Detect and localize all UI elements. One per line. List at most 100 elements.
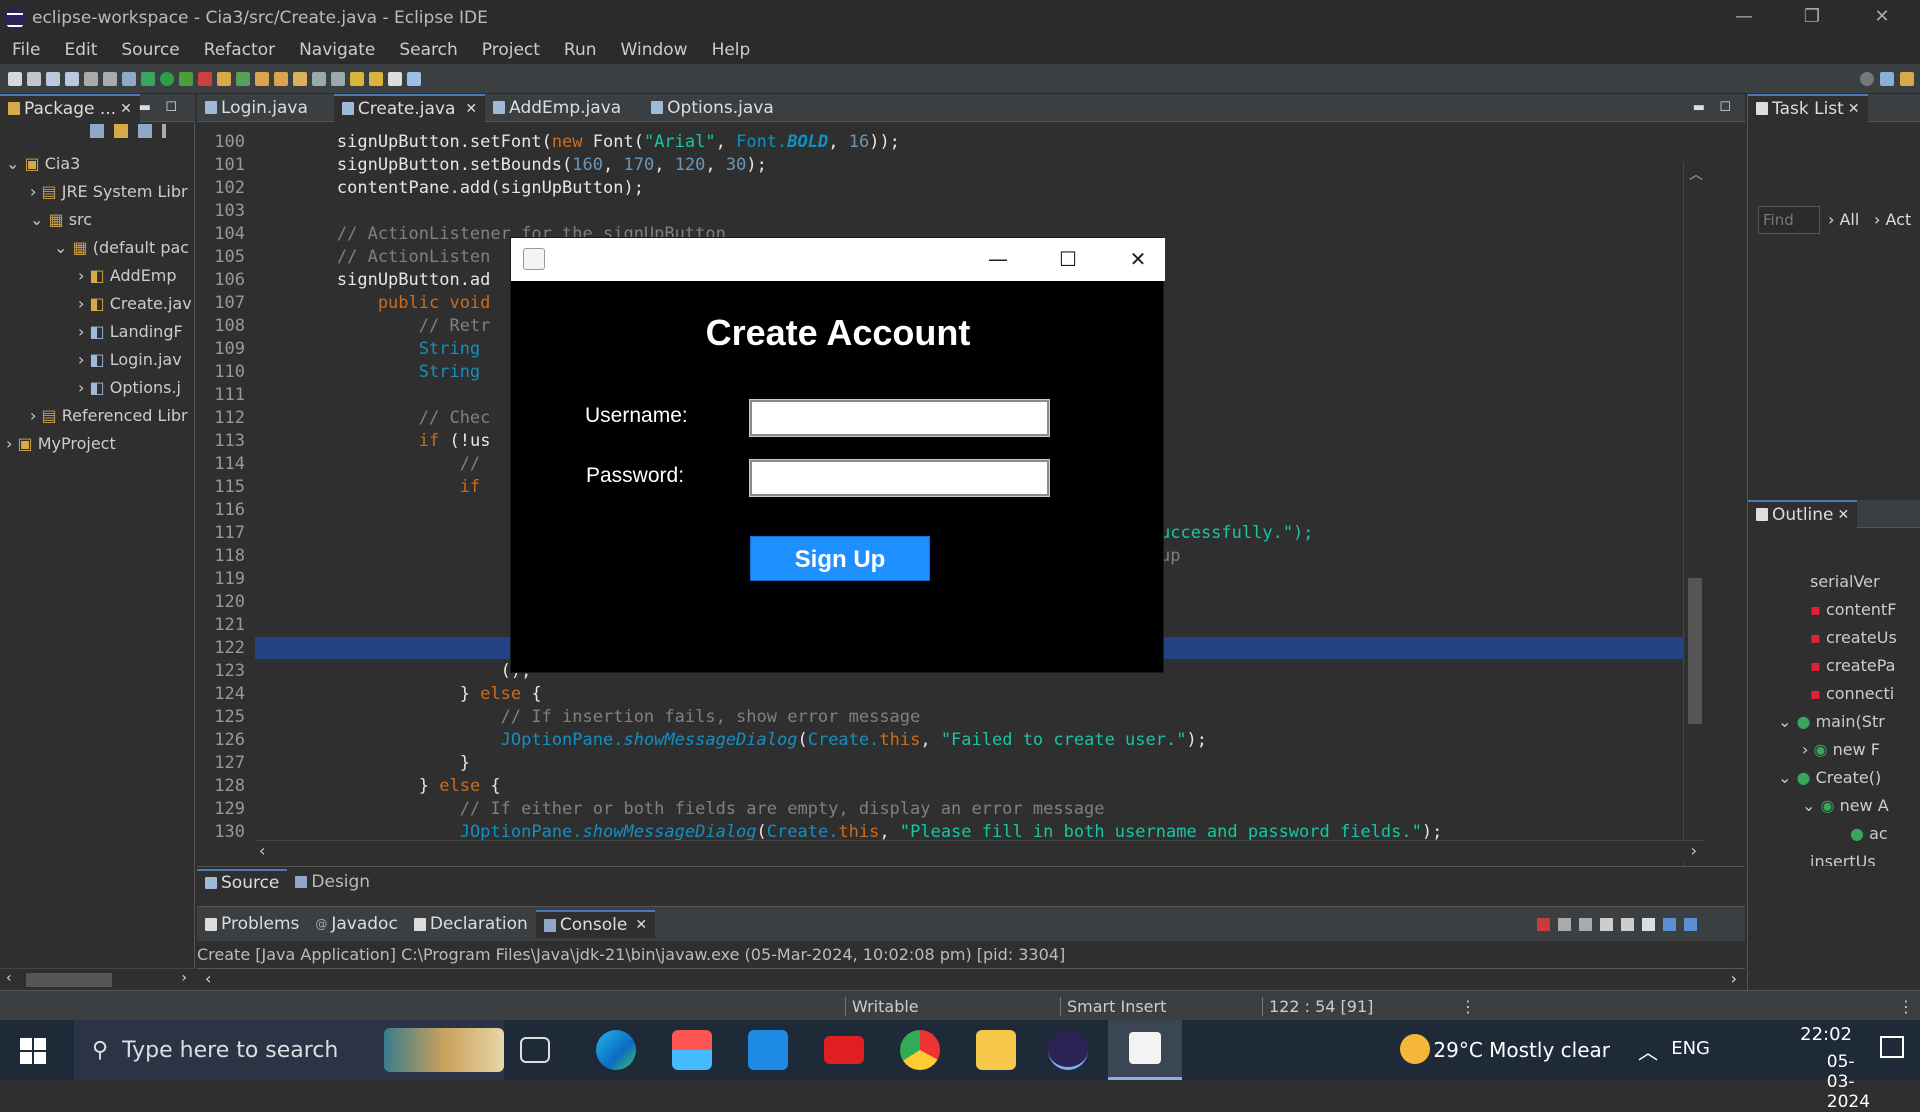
mail-icon[interactable] [748, 1030, 788, 1070]
expand-icon[interactable]: ⌄ [1778, 768, 1791, 787]
run-icon[interactable] [160, 71, 174, 86]
username-field[interactable] [749, 399, 1050, 437]
collapse-all-icon[interactable] [90, 124, 104, 138]
editor-vscrollbar[interactable]: ︿ ﹀ [1683, 162, 1707, 872]
clock-date[interactable]: 05-03-2024 [1827, 1052, 1870, 1112]
weather-moon-icon[interactable] [1400, 1034, 1430, 1064]
expand-icon[interactable]: › [78, 294, 84, 313]
restore-button[interactable]: ❐ [1782, 0, 1842, 36]
dialog-minimize-button[interactable]: — [963, 238, 1033, 281]
display-console-icon[interactable] [1684, 917, 1697, 931]
menu-refactor[interactable]: Refactor [192, 40, 287, 60]
expand-icon[interactable]: › [6, 434, 12, 453]
menu-search[interactable]: Search [387, 40, 469, 60]
scroll-right-icon[interactable]: › [1731, 969, 1737, 988]
tab-login-java[interactable]: Login.java [197, 94, 316, 122]
menu-window[interactable]: Window [609, 40, 700, 60]
dialog-maximize-button[interactable]: ☐ [1033, 238, 1103, 281]
tree-item[interactable]: › ▤ JRE System Libr [0, 178, 195, 206]
eclipse-taskbar-icon[interactable] [1048, 1030, 1088, 1070]
tree-item[interactable]: › ◧ LandingF [0, 318, 195, 346]
close-icon[interactable]: ✕ [120, 101, 132, 117]
scroll-left-icon[interactable]: ‹ [259, 841, 265, 860]
outline-item[interactable]: › ◉ new F [1748, 740, 1920, 768]
remove-all-icon[interactable] [1579, 917, 1592, 931]
file-explorer-icon[interactable] [976, 1030, 1016, 1070]
editor-hscrollbar[interactable]: ‹ › [255, 840, 1705, 862]
tab-source[interactable]: Source [197, 868, 288, 895]
youtube-icon[interactable] [824, 1036, 864, 1064]
windows-start-icon[interactable] [20, 1038, 46, 1064]
redo-icon[interactable] [103, 71, 117, 86]
tray-chevron-icon[interactable]: ︿ [1638, 1036, 1658, 1065]
expand-icon[interactable]: › [78, 350, 84, 369]
outline-item[interactable]: ▪ contentF [1748, 600, 1920, 628]
tab-addemp-java[interactable]: AddEmp.java [485, 94, 629, 122]
outline-item[interactable]: ▪ createPa [1748, 656, 1920, 684]
menu-project[interactable]: Project [470, 40, 552, 60]
next-annotation-icon[interactable] [312, 71, 326, 86]
tree-item[interactable]: › ◧ AddEmp [0, 262, 195, 290]
outline-item[interactable]: ⌄ ● main(Str [1748, 712, 1920, 740]
minimize-view-icon[interactable]: ▬ [1693, 100, 1705, 115]
clear-console-icon[interactable] [1600, 917, 1613, 931]
tab-create-java[interactable]: Create.java ✕ [333, 93, 486, 122]
java-perspective-icon[interactable] [1900, 71, 1914, 86]
close-icon[interactable]: ✕ [635, 917, 647, 933]
sign-up-button[interactable]: Sign Up [750, 536, 930, 581]
tab-package-explorer[interactable]: Package ... ✕ [0, 93, 140, 122]
tree-item[interactable]: ⌄ ▦ (default pac [0, 234, 195, 262]
console-hscrollbar[interactable]: ‹ › [197, 969, 1745, 991]
chrome-icon[interactable] [900, 1030, 940, 1070]
close-button[interactable]: ✕ [1852, 0, 1912, 36]
outline-item[interactable]: ● ac [1748, 824, 1920, 852]
outline-item[interactable]: insertUs [1748, 852, 1920, 866]
outline-item[interactable]: ⌄ ◉ new A [1748, 796, 1920, 824]
tree-item[interactable]: › ▤ Referenced Libr [0, 402, 195, 430]
new-package-icon[interactable] [236, 71, 250, 86]
maximize-view-icon[interactable]: ☐ [165, 100, 177, 115]
scroll-up-icon[interactable]: ︿ [1689, 164, 1703, 184]
back-icon[interactable] [369, 71, 383, 86]
tree-item[interactable]: › ◧ Create.jav [0, 290, 195, 318]
language-indicator[interactable]: ENG [1671, 1038, 1710, 1059]
open-icon[interactable] [27, 71, 41, 86]
outline-item[interactable]: ⌄ ● Create() [1748, 768, 1920, 796]
minimize-view-icon[interactable]: ▬ [139, 100, 151, 115]
menu-edit[interactable]: Edit [52, 40, 109, 60]
maximize-view-icon[interactable]: ☐ [1719, 100, 1731, 115]
expand-icon[interactable]: › [78, 378, 84, 397]
new-icon[interactable] [8, 71, 22, 86]
dialog-close-button[interactable]: ✕ [1103, 238, 1173, 281]
search-icon[interactable] [1860, 71, 1874, 86]
external-tools-icon[interactable] [198, 71, 212, 86]
tab-problems[interactable]: Problems [197, 910, 307, 938]
find-input[interactable]: Find [1758, 206, 1820, 234]
tree-item[interactable]: › ◧ Login.jav [0, 346, 195, 374]
scroll-lock-icon[interactable] [1621, 917, 1634, 931]
tree-item[interactable]: › ◧ Options.j [0, 374, 195, 402]
menu-navigate[interactable]: Navigate [287, 40, 387, 60]
link-editor-icon[interactable] [114, 124, 128, 138]
tree-item[interactable]: › ▣ MyProject [0, 430, 195, 458]
clock-time[interactable]: 22:02 [1800, 1024, 1852, 1045]
terminate-icon[interactable] [1537, 917, 1550, 931]
new-class-icon[interactable] [255, 71, 269, 86]
coverage-icon[interactable] [179, 71, 193, 86]
close-icon[interactable]: ✕ [1838, 507, 1850, 523]
last-edit-icon[interactable] [350, 71, 364, 86]
scroll-thumb[interactable] [26, 973, 112, 987]
status-menu-icon[interactable]: ⋮ [1460, 997, 1476, 1016]
remove-launch-icon[interactable] [1558, 917, 1571, 931]
outline-item[interactable]: serialVer [1748, 572, 1920, 600]
tree-item[interactable]: ⌄ ▦ src [0, 206, 195, 234]
scroll-left-icon[interactable]: ‹ [6, 970, 12, 986]
expand-icon[interactable]: ⌄ [30, 210, 43, 229]
close-icon[interactable]: ✕ [1848, 101, 1860, 117]
expand-icon[interactable]: › [30, 406, 36, 425]
task-view-icon[interactable] [520, 1037, 550, 1063]
close-icon[interactable]: ✕ [465, 101, 477, 117]
new-java-project-icon[interactable] [217, 71, 231, 86]
expand-icon[interactable]: › [1802, 740, 1808, 759]
scroll-left-icon[interactable]: ‹ [205, 969, 211, 988]
